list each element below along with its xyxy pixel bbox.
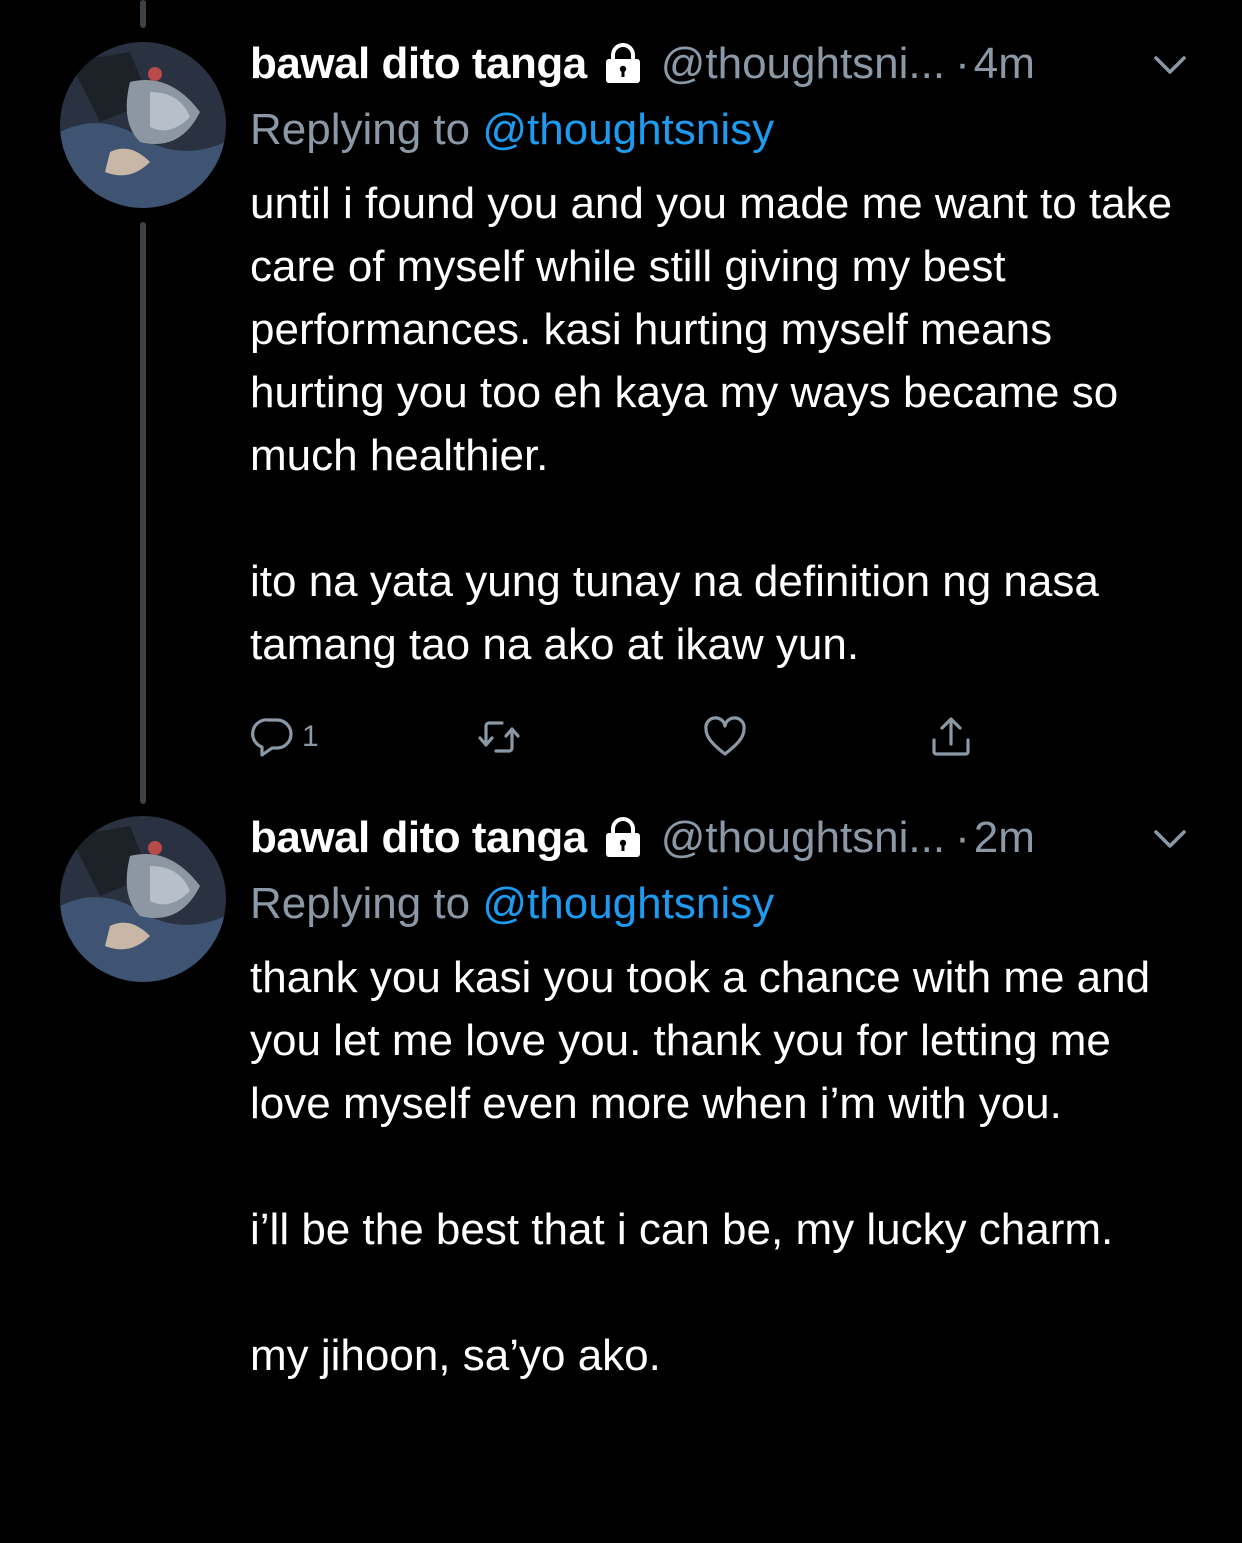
share-button[interactable] [928, 714, 1154, 760]
replying-to-label: Replying to [250, 105, 471, 154]
replying-to: Replying to @thoughtsnisy [250, 876, 1190, 932]
reply-count: 1 [302, 720, 319, 753]
retweet-icon [478, 721, 520, 753]
timestamp[interactable]: 2m [974, 813, 1035, 863]
handle[interactable]: @thoughtsni... [661, 813, 945, 863]
avatar[interactable] [60, 816, 226, 982]
mention-link[interactable]: @thoughtsnisy [482, 105, 774, 154]
separator-dot: · [955, 813, 970, 862]
reply-button[interactable]: 1 [250, 714, 476, 760]
thread-line-top [140, 0, 146, 28]
share-icon [932, 717, 970, 756]
replying-to-label: Replying to [250, 879, 471, 928]
tweet-text: until i found you and you made me want t… [250, 179, 1173, 669]
reply-icon [251, 718, 293, 757]
replying-to: Replying to @thoughtsnisy [250, 102, 1190, 158]
like-icon [704, 716, 746, 756]
display-name[interactable]: bawal dito tanga [250, 39, 587, 89]
timestamp[interactable]: 4m [974, 39, 1035, 89]
handle[interactable]: @thoughtsni... [661, 39, 945, 89]
chevron-down-icon[interactable] [1150, 44, 1190, 84]
tweet-actions: 1 [250, 712, 1190, 762]
separator-dot: · [955, 39, 970, 88]
tweet-header: bawal dito tanga @thoughtsni... · 4m [250, 38, 1190, 90]
display-name[interactable]: bawal dito tanga [250, 813, 587, 863]
lock-icon [601, 42, 645, 86]
avatar[interactable] [60, 42, 226, 208]
tweet-text: thank you kasi you took a chance with me… [250, 953, 1151, 1380]
thread-line [140, 222, 146, 804]
retweet-button[interactable] [476, 714, 702, 760]
chevron-down-icon[interactable] [1150, 818, 1190, 858]
mention-link[interactable]: @thoughtsnisy [482, 879, 774, 928]
like-button[interactable] [702, 714, 928, 760]
lock-icon [601, 816, 645, 860]
tweet-header: bawal dito tanga @thoughtsni... · 2m [250, 812, 1190, 864]
